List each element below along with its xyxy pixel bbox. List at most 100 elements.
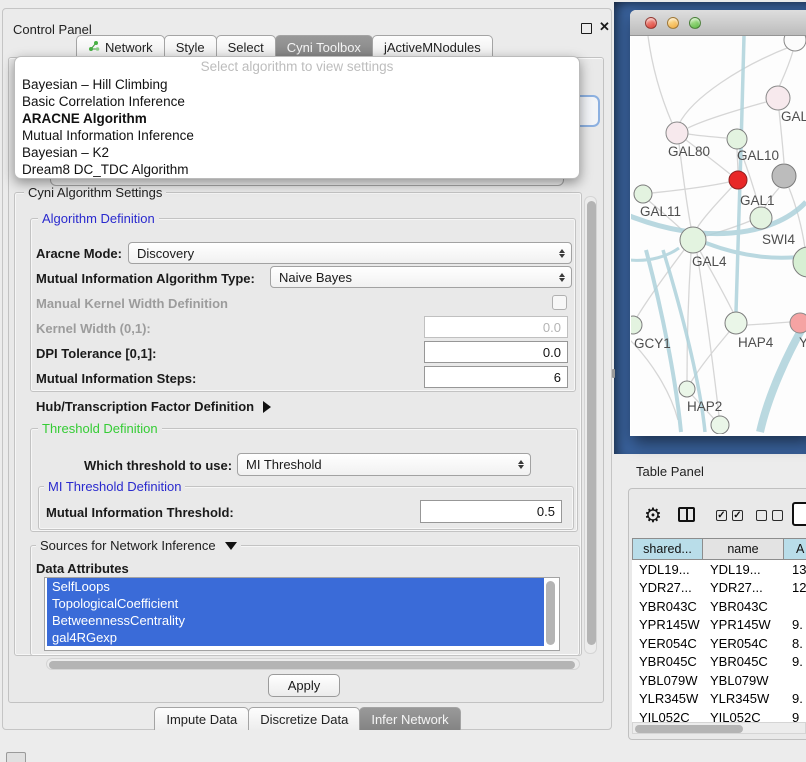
- table-cell: 8.: [785, 636, 806, 651]
- table-cell: YBR043C: [703, 599, 785, 614]
- table-cell: YLR345W: [632, 691, 703, 706]
- network-node-gal1[interactable]: [750, 207, 772, 229]
- algorithm-option-bayesian-hill-climbing[interactable]: Bayesian – Hill Climbing: [15, 76, 579, 93]
- dpi-tolerance-input[interactable]: 0.0: [424, 341, 568, 363]
- attribute-item-betweennesscentrality[interactable]: BetweennessCentrality: [47, 612, 544, 629]
- node-label-hap4: HAP4: [738, 335, 774, 350]
- table-row[interactable]: YDL19...YDL19...13: [632, 560, 806, 579]
- table-cell: YBL079W: [632, 673, 703, 688]
- aracne-mode-value: Discovery: [137, 246, 194, 261]
- collapsed-arrow-icon: [263, 401, 271, 413]
- network-node[interactable]: [772, 164, 796, 188]
- network-node-hap4[interactable]: [725, 312, 747, 334]
- tab-infer-network[interactable]: Infer Network: [359, 707, 460, 730]
- table-cell: YIL052C: [703, 710, 785, 722]
- which-threshold-value: MI Threshold: [246, 457, 322, 472]
- table-cell: YBR045C: [703, 654, 785, 669]
- table-panel-title: Table Panel: [636, 464, 704, 479]
- deselect-all-checkboxes-icon[interactable]: [772, 510, 783, 521]
- network-node[interactable]: [711, 416, 729, 434]
- bottom-left-button[interactable]: [6, 752, 26, 762]
- settings-horizontal-scrollbar-thumb[interactable]: [49, 661, 575, 669]
- attribute-item-topologicalcoefficient[interactable]: TopologicalCoefficient: [47, 595, 544, 612]
- table-horizontal-scrollbar-track[interactable]: [632, 722, 806, 734]
- apply-button[interactable]: Apply: [268, 674, 340, 697]
- aracne-mode-select[interactable]: Discovery: [128, 242, 572, 264]
- table-row[interactable]: YBR045CYBR045C9.: [632, 653, 806, 672]
- table-row[interactable]: YER054CYER054C8.: [632, 634, 806, 653]
- mi-algorithm-type-select[interactable]: Naive Bayes: [270, 266, 572, 288]
- algorithm-option-mutual-information-inference[interactable]: Mutual Information Inference: [15, 127, 579, 144]
- network-node[interactable]: [729, 171, 747, 189]
- which-threshold-select[interactable]: MI Threshold: [237, 453, 531, 476]
- network-node-hap2[interactable]: [679, 381, 695, 397]
- data-attributes-list[interactable]: SelfLoopsTopologicalCoefficientBetweenne…: [44, 577, 560, 651]
- table-row[interactable]: YDR27...YDR27...12: [632, 579, 806, 598]
- mi-steps-label: Mutual Information Steps:: [36, 371, 196, 386]
- network-canvas[interactable]: GALGAL80GAL10GAL1GAL11SWI4GAL4GCY1HAP4YH…: [631, 36, 806, 434]
- table-row[interactable]: YBR043CYBR043C: [632, 597, 806, 616]
- tab-select[interactable]: Select: [216, 35, 276, 58]
- application-screen: Control Panel ✕ NetworkStyleSelectCyni T…: [0, 0, 806, 762]
- network-node[interactable]: [784, 36, 806, 51]
- algorithm-option-aracne-algorithm[interactable]: ARACNE Algorithm: [15, 110, 579, 127]
- network-node-gal80[interactable]: [666, 122, 688, 144]
- settings-vertical-scrollbar-track[interactable]: [584, 196, 597, 654]
- tab-network[interactable]: Network: [76, 35, 165, 58]
- algorithm-definition-title: Algorithm Definition: [38, 211, 159, 226]
- column-header-shared[interactable]: shared...: [632, 538, 703, 560]
- table-row[interactable]: YLR345WYLR345W9.: [632, 690, 806, 709]
- deselect-all-checkboxes-icon[interactable]: [756, 510, 767, 521]
- close-traffic-light[interactable]: [645, 17, 657, 29]
- tab-style[interactable]: Style: [164, 35, 217, 58]
- sources-toggle[interactable]: Sources for Network Inference: [36, 538, 241, 553]
- table-row[interactable]: YPR145WYPR145W9.: [632, 616, 806, 635]
- node-label-gal4: GAL4: [692, 254, 727, 269]
- select-all-checkboxes-icon[interactable]: ✓: [732, 510, 743, 521]
- table-horizontal-scrollbar-thumb[interactable]: [635, 725, 743, 733]
- document-icon[interactable]: [792, 502, 806, 526]
- network-node-gal[interactable]: [766, 86, 790, 110]
- network-node-gal4[interactable]: [680, 227, 706, 253]
- float-window-icon[interactable]: [581, 23, 592, 34]
- settings-vertical-scrollbar-thumb[interactable]: [587, 201, 596, 645]
- attribute-item-selfloops[interactable]: SelfLoops: [47, 578, 544, 595]
- network-node-y[interactable]: [790, 313, 806, 333]
- tab-discretize-data[interactable]: Discretize Data: [248, 707, 360, 730]
- split-view-columns-icon[interactable]: [678, 507, 695, 522]
- mi-steps-input[interactable]: 6: [424, 366, 568, 388]
- minimize-traffic-light[interactable]: [667, 17, 679, 29]
- network-node-swi4[interactable]: [793, 247, 806, 277]
- tab-jactivemnodules[interactable]: jActiveMNodules: [372, 35, 493, 58]
- table-cell: YER054C: [703, 636, 785, 651]
- settings-gear-icon[interactable]: ⚙: [644, 503, 662, 528]
- panel-resize-grip[interactable]: [612, 369, 615, 378]
- expanded-arrow-icon: [225, 542, 237, 550]
- attribute-item-gal4rgexp[interactable]: gal4RGexp: [47, 629, 544, 646]
- settings-horizontal-scrollbar-track[interactable]: [46, 658, 580, 670]
- mi-threshold-input[interactable]: 0.5: [420, 500, 562, 523]
- network-node-gal11[interactable]: [634, 185, 652, 203]
- algorithm-option-bayesian-k2[interactable]: Bayesian – K2: [15, 144, 579, 161]
- zoom-traffic-light[interactable]: [689, 17, 701, 29]
- manual-kernel-width-checkbox[interactable]: [552, 295, 567, 310]
- algorithm-option-dream8-dc-tdc-algorithm[interactable]: Dream8 DC_TDC Algorithm: [15, 161, 579, 178]
- column-header-a[interactable]: A: [783, 538, 806, 560]
- select-all-checkboxes-icon[interactable]: ✓: [716, 510, 727, 521]
- table-row[interactable]: YBL079WYBL079W: [632, 671, 806, 690]
- node-label-y: Y: [799, 335, 806, 350]
- tab-impute-data[interactable]: Impute Data: [154, 707, 249, 730]
- algorithm-option-basic-correlation-inference[interactable]: Basic Correlation Inference: [15, 93, 579, 110]
- close-icon[interactable]: ✕: [599, 19, 610, 35]
- network-node-gcy1[interactable]: [631, 316, 642, 334]
- table-cell: YDL19...: [703, 562, 785, 577]
- table-body: YDL19...YDL19...13YDR27...YDR27...12YBR0…: [632, 560, 806, 722]
- column-header-name[interactable]: name: [702, 538, 784, 560]
- kernel-width-input[interactable]: 0.0: [424, 316, 568, 338]
- table-row[interactable]: YIL052CYIL052C9: [632, 708, 806, 722]
- network-node-gal10[interactable]: [727, 129, 747, 149]
- table-cell: YBR043C: [632, 599, 703, 614]
- tab-cyni-toolbox[interactable]: Cyni Toolbox: [275, 35, 373, 58]
- hub-definition-toggle[interactable]: Hub/Transcription Factor Definition: [36, 399, 271, 414]
- attributes-list-scrollbar[interactable]: [546, 581, 555, 645]
